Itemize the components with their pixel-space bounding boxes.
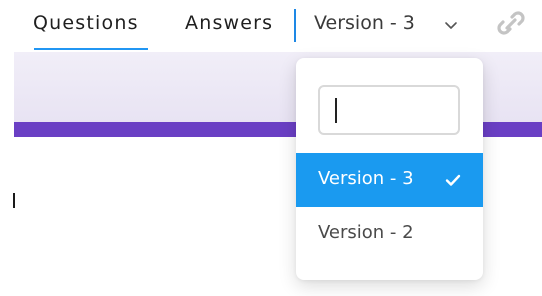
tab-divider bbox=[294, 9, 296, 42]
version-option-2[interactable]: Version - 2 bbox=[296, 207, 483, 261]
chevron-down-icon[interactable] bbox=[443, 17, 459, 33]
version-dropdown: Version - 3 Version - 2 bbox=[296, 58, 483, 280]
version-option-label: Version - 2 bbox=[318, 222, 414, 243]
top-tab-bar: Questions Answers Version - 3 bbox=[0, 0, 542, 52]
check-icon bbox=[445, 174, 461, 186]
version-option-3[interactable]: Version - 3 bbox=[296, 153, 483, 207]
form-editor-page: Questions Answers Version - 3 Version - … bbox=[0, 0, 542, 296]
tab-questions[interactable]: Questions bbox=[33, 12, 139, 40]
active-tab-indicator bbox=[34, 48, 148, 50]
tab-answers[interactable]: Answers bbox=[185, 12, 273, 40]
link-icon[interactable] bbox=[494, 6, 528, 40]
version-search-input[interactable] bbox=[320, 87, 458, 133]
version-search-field[interactable] bbox=[318, 85, 460, 135]
search-text-cursor bbox=[335, 98, 337, 123]
text-cursor bbox=[13, 193, 15, 208]
version-select[interactable]: Version - 3 bbox=[314, 12, 415, 40]
version-option-label: Version - 3 bbox=[318, 168, 414, 189]
